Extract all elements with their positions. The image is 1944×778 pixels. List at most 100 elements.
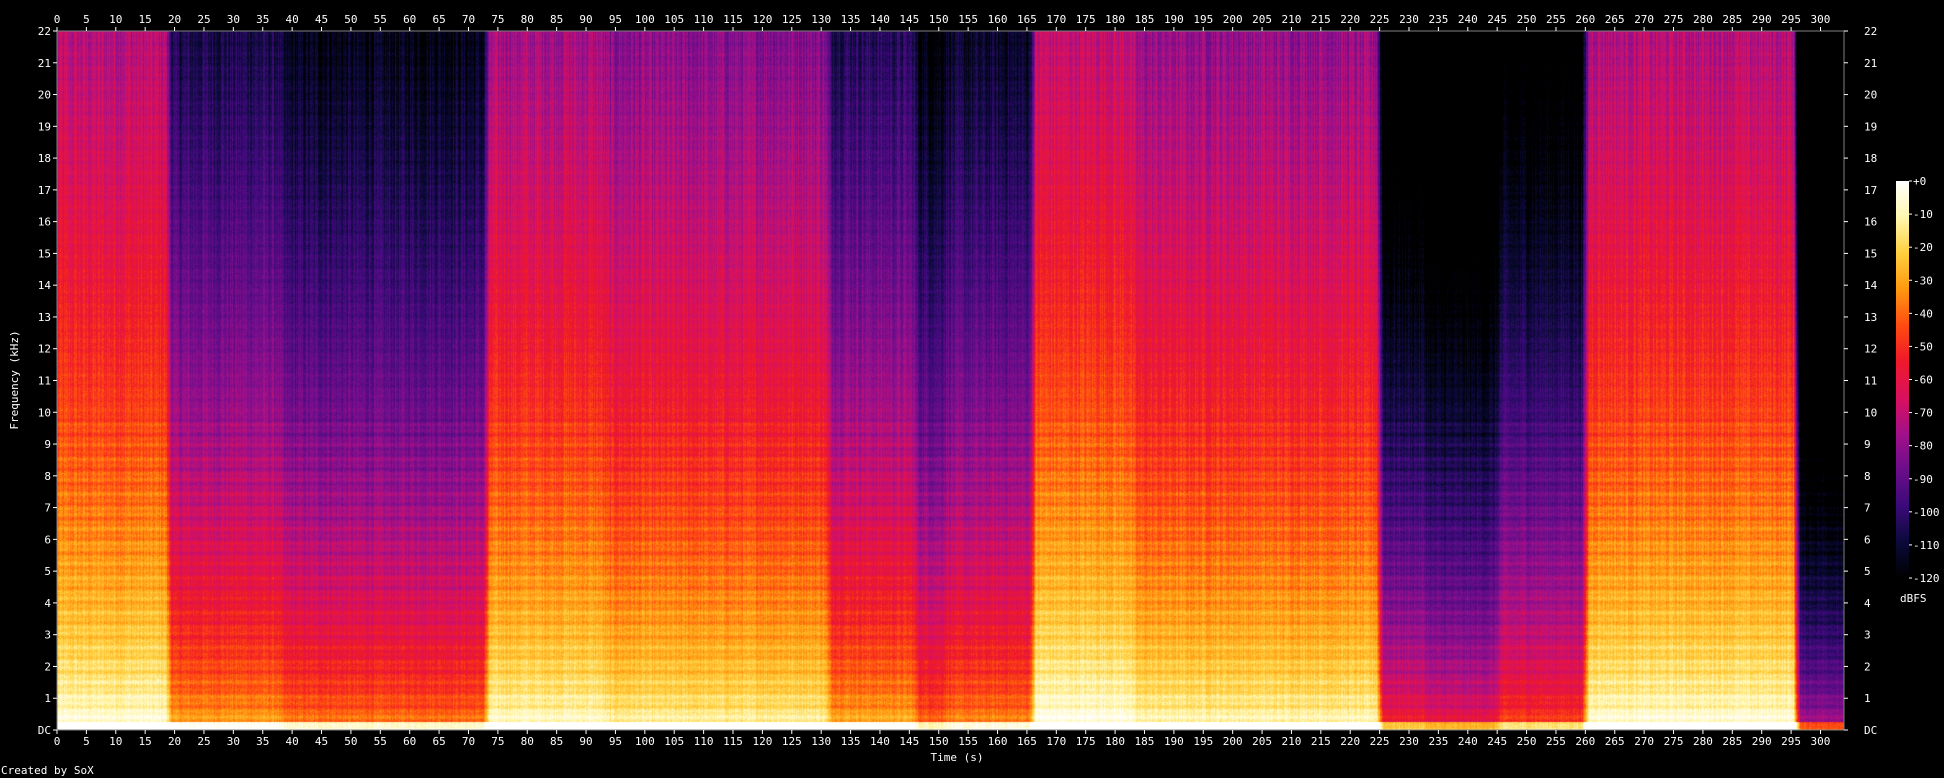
y-axis-title: Frequency (kHz)	[8, 330, 21, 429]
x-tick-label-top: 235	[1428, 13, 1448, 26]
x-tick-label-bottom: 5	[83, 735, 90, 748]
y-tick-label-left: 21	[38, 57, 51, 70]
x-tick-label-top: 295	[1781, 13, 1801, 26]
x-tick-label-bottom: 110	[694, 735, 714, 748]
x-tick-label-top: 160	[988, 13, 1008, 26]
colorbar-tick-label: -40	[1913, 307, 1933, 320]
x-tick-label-bottom: 40	[286, 735, 299, 748]
x-tick-label-bottom: 85	[550, 735, 563, 748]
x-tick-label-top: 10	[109, 13, 122, 26]
x-tick-label-bottom: 115	[723, 735, 743, 748]
y-tick-label-left: 2	[44, 660, 51, 673]
x-tick-label-bottom: 155	[958, 735, 978, 748]
y-tick-label-left: 12	[38, 343, 51, 356]
x-tick-label-bottom: 150	[929, 735, 949, 748]
x-tick-label-bottom: 0	[54, 735, 61, 748]
x-tick-label-bottom: 235	[1428, 735, 1448, 748]
x-tick-label-bottom: 120	[752, 735, 772, 748]
colorbar-tick-label: -90	[1913, 473, 1933, 486]
y-tick-label-right: 9	[1864, 438, 1871, 451]
x-tick-label-top: 280	[1693, 13, 1713, 26]
x-tick-label-bottom: 140	[870, 735, 890, 748]
x-tick-label-bottom: 75	[491, 735, 504, 748]
spectrogram-heatmap-image	[57, 31, 1844, 730]
x-tick-label-top: 40	[286, 13, 299, 26]
x-tick-label-top: 5	[83, 13, 90, 26]
x-tick-label-bottom: 125	[782, 735, 802, 748]
y-tick-label-left: 19	[38, 120, 51, 133]
spectrogram-figure: 0 5 10 15 20 25 30 35 40 45 50 55 60 65 70 75 80 85 90 95 10…	[0, 0, 1944, 778]
y-tick-label-right: 11	[1864, 375, 1877, 388]
x-tick-label-top: 170	[1046, 13, 1066, 26]
x-tick-label-top: 105	[664, 13, 684, 26]
x-tick-label-bottom: 30	[227, 735, 240, 748]
x-tick-label-bottom: 130	[811, 735, 831, 748]
x-tick-label-top: 50	[344, 13, 357, 26]
y-tick-label-left: 20	[38, 89, 51, 102]
y-tick-label-right: 16	[1864, 216, 1877, 229]
x-tick-label-bottom: 55	[374, 735, 387, 748]
y-tick-label-left: 1	[44, 692, 51, 705]
colorbar-tick-label: -80	[1913, 440, 1933, 453]
colorbar-tick-label: -60	[1913, 374, 1933, 387]
y-tick-label-left: 8	[44, 470, 51, 483]
x-tick-label-bottom: 195	[1193, 735, 1213, 748]
y-tick-label-left: 9	[44, 438, 51, 451]
x-tick-label-bottom: 25	[197, 735, 210, 748]
x-tick-label-bottom: 230	[1399, 735, 1419, 748]
x-tick-label-bottom: 90	[579, 735, 592, 748]
colorbar-tick-label: -70	[1913, 407, 1933, 420]
x-tick-label-top: 90	[579, 13, 592, 26]
x-tick-label-top: 220	[1340, 13, 1360, 26]
colorbar-tick-label: -100	[1913, 506, 1940, 519]
x-tick-label-bottom: 255	[1546, 735, 1566, 748]
x-tick-label-top: 55	[374, 13, 387, 26]
x-tick-label-bottom: 280	[1693, 735, 1713, 748]
x-tick-label-bottom: 100	[635, 735, 655, 748]
x-tick-label-top: 285	[1722, 13, 1742, 26]
y-tick-label-right: 7	[1864, 502, 1871, 515]
y-axis-left: DC12345678910111213141516171819202122	[38, 25, 57, 737]
x-axis-top: 0 5 10 15 20 25 30 35 40 45 50 55 60 65 70 75 80 85 90 95 10…	[54, 13, 1830, 31]
x-tick-label-top: 25	[197, 13, 210, 26]
x-tick-label-top: 230	[1399, 13, 1419, 26]
x-tick-label-top: 45	[315, 13, 328, 26]
x-tick-label-bottom: 300	[1811, 735, 1831, 748]
y-tick-label-left: 10	[38, 406, 51, 419]
x-tick-label-top: 245	[1487, 13, 1507, 26]
x-tick-label-bottom: 20	[168, 735, 181, 748]
y-tick-label-right: 2	[1864, 660, 1871, 673]
x-tick-label-top: 60	[403, 13, 416, 26]
x-tick-label-top: 180	[1105, 13, 1125, 26]
x-tick-label-bottom: 10	[109, 735, 122, 748]
x-tick-label-top: 95	[609, 13, 622, 26]
x-tick-label-bottom: 265	[1605, 735, 1625, 748]
x-tick-label-top: 255	[1546, 13, 1566, 26]
x-tick-label-top: 290	[1752, 13, 1772, 26]
colorbar-tick-label: -20	[1913, 241, 1933, 254]
x-tick-label-bottom: 95	[609, 735, 622, 748]
x-tick-label-bottom: 15	[139, 735, 152, 748]
y-tick-label-right: 4	[1864, 597, 1871, 610]
x-tick-label-bottom: 295	[1781, 735, 1801, 748]
x-tick-label-top: 100	[635, 13, 655, 26]
y-tick-label-right: 21	[1864, 57, 1877, 70]
y-tick-label-left: 13	[38, 311, 51, 324]
y-tick-label-right: 3	[1864, 629, 1871, 642]
x-tick-label-bottom: 65	[432, 735, 445, 748]
x-tick-label-bottom: 35	[256, 735, 269, 748]
x-tick-label-top: 260	[1575, 13, 1595, 26]
y-tick-label-right: 13	[1864, 311, 1877, 324]
x-tick-label-bottom: 50	[344, 735, 357, 748]
x-tick-label-top: 85	[550, 13, 563, 26]
x-tick-label-bottom: 215	[1311, 735, 1331, 748]
x-tick-label-top: 210	[1282, 13, 1302, 26]
x-tick-label-top: 195	[1193, 13, 1213, 26]
x-tick-label-top: 265	[1605, 13, 1625, 26]
x-axis-title: Time (s)	[931, 751, 984, 764]
x-tick-label-top: 125	[782, 13, 802, 26]
x-tick-label-top: 130	[811, 13, 831, 26]
y-tick-label-left: 16	[38, 216, 51, 229]
x-tick-label-top: 70	[462, 13, 475, 26]
y-tick-label-left: 7	[44, 502, 51, 515]
